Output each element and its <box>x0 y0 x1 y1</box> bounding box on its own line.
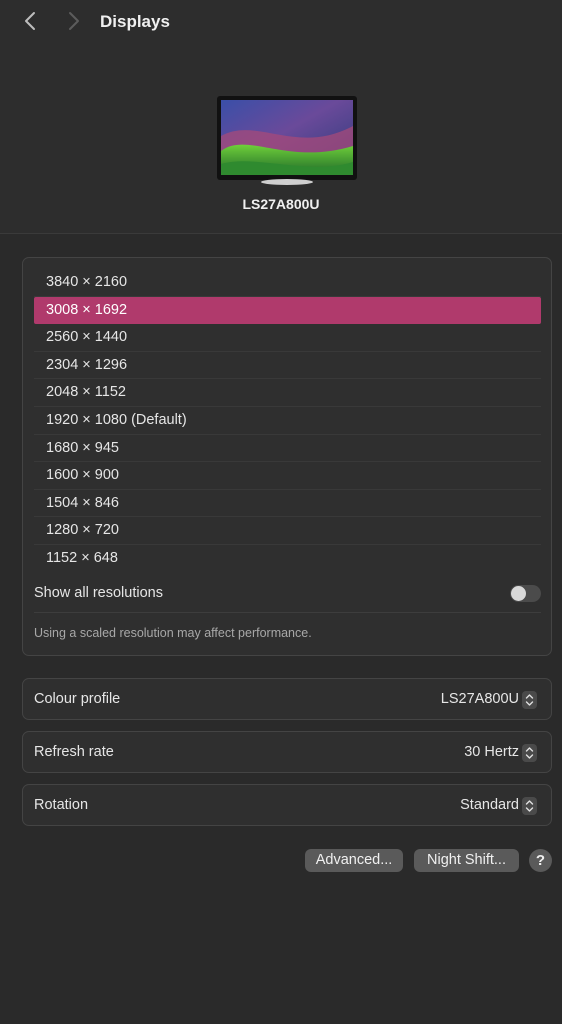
resolution-option[interactable]: 1680 × 945 <box>34 435 541 463</box>
refresh-rate-row: Refresh rate 30 Hertz <box>22 731 552 773</box>
show-all-resolutions-label: Show all resolutions <box>34 585 163 601</box>
show-all-resolutions-row: Show all resolutions <box>34 581 541 613</box>
resolution-option[interactable]: 2560 × 1440 <box>34 324 541 352</box>
refresh-rate-value[interactable]: 30 Hertz <box>464 744 519 760</box>
resolution-option[interactable]: 1280 × 720 <box>34 517 541 545</box>
title-bar: Displays <box>0 0 562 44</box>
up-down-chevron-icon[interactable] <box>522 797 537 815</box>
help-button[interactable]: ? <box>529 849 552 872</box>
colour-profile-label: Colour profile <box>34 691 121 707</box>
up-down-chevron-icon[interactable] <box>522 744 537 762</box>
chevron-left-icon[interactable] <box>20 10 42 32</box>
colour-profile-value[interactable]: LS27A800U <box>441 691 519 707</box>
night-shift-button[interactable]: Night Shift... <box>414 849 519 872</box>
resolution-list[interactable]: 3840 × 2160 3008 × 1692 2560 × 1440 2304… <box>34 269 541 573</box>
resolution-option[interactable]: 1600 × 900 <box>34 462 541 490</box>
resolution-option-selected[interactable]: 3008 × 1692 <box>34 296 541 325</box>
chevron-right-icon[interactable] <box>62 10 84 32</box>
rotation-row: Rotation Standard <box>22 784 552 826</box>
rotation-label: Rotation <box>34 797 89 813</box>
resolution-option[interactable]: 1920 × 1080 (Default) <box>34 407 541 435</box>
up-down-chevron-icon[interactable] <box>522 691 537 709</box>
toggle-knob <box>511 586 526 601</box>
resolution-option[interactable]: 1504 × 846 <box>34 490 541 518</box>
monitor-icon <box>217 96 357 188</box>
display-preview: LS27A800U <box>0 44 562 234</box>
resolution-panel: 3840 × 2160 3008 × 1692 2560 × 1440 2304… <box>22 257 552 656</box>
colour-profile-row: Colour profile LS27A800U <box>22 678 552 720</box>
performance-note: Using a scaled resolution may affect per… <box>34 626 312 640</box>
show-all-resolutions-toggle[interactable] <box>510 585 541 602</box>
advanced-button[interactable]: Advanced... <box>305 849 403 872</box>
page-title: Displays <box>100 12 170 31</box>
resolution-option[interactable]: 2304 × 1296 <box>34 352 541 380</box>
resolution-option[interactable]: 1152 × 648 <box>34 545 541 573</box>
resolution-option[interactable]: 2048 × 1152 <box>34 379 541 407</box>
rotation-value[interactable]: Standard <box>460 797 519 813</box>
display-name: LS27A800U <box>242 196 320 212</box>
refresh-rate-label: Refresh rate <box>34 744 114 760</box>
resolution-option[interactable]: 3840 × 2160 <box>34 269 541 297</box>
